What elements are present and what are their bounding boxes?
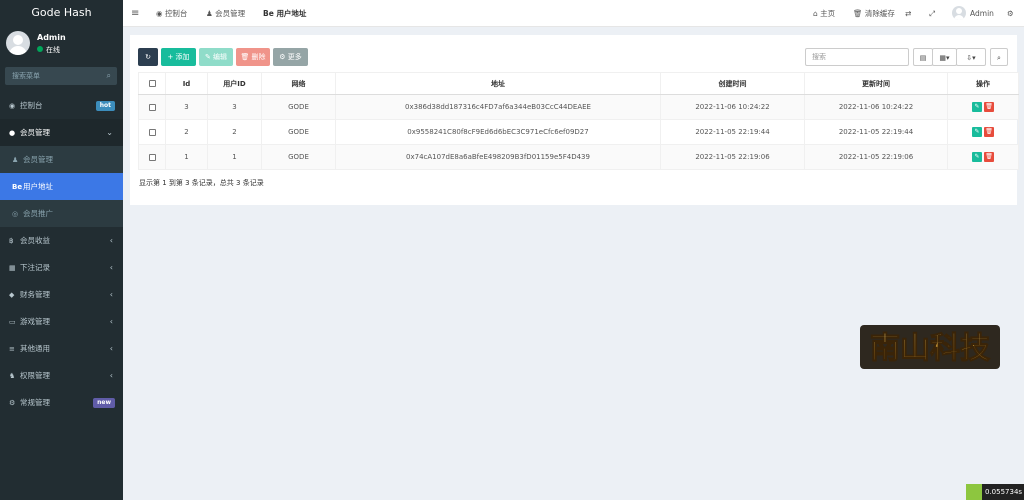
bitcoin-icon: ฿ — [9, 237, 14, 245]
edit-row-icon[interactable]: ✎ — [972, 127, 982, 137]
users-icon: ♞ — [9, 372, 16, 380]
more-button[interactable]: ⚙ 更多 — [273, 48, 308, 66]
list-icon: ≡ — [9, 345, 15, 353]
header-avatar[interactable] — [952, 6, 966, 20]
column-header[interactable]: 网络 — [261, 72, 336, 95]
user-icon: ● — [9, 129, 16, 137]
table-row[interactable]: 1 1 GODE 0x74cA107dE8a6aBfeE498209B3fD01… — [138, 144, 1019, 170]
online-dot-icon — [37, 46, 43, 52]
settings-gear-icon[interactable]: ⚙ — [1007, 0, 1014, 27]
table-header-row: Id 用户ID 网络 地址 创建时间 更新时间 操作 — [138, 72, 1019, 95]
tab-user-address[interactable]: Be 用户地址 — [263, 0, 306, 27]
chevron-left-icon: ‹ — [109, 236, 113, 245]
row-checkbox[interactable] — [138, 144, 166, 170]
user-icon: ♟ — [12, 156, 19, 164]
sidebar-item-member-list[interactable]: ♟ 会员管理 — [0, 146, 123, 173]
logo-icon — [966, 484, 982, 500]
sidebar-item-user-address[interactable]: Be用户地址 — [0, 173, 123, 200]
column-header[interactable]: 更新时间 — [804, 72, 948, 95]
menu-toggle-icon[interactable]: ≡ — [131, 0, 139, 27]
sidebar-menu: ◉ 控制台 hot ● 会员管理 ⌄ ♟ 会员管理 Be用户地址 ◎ 会员推广 ฿会员收… — [0, 92, 123, 416]
sidebar-item-finance[interactable]: ◆ 财务管理 ‹ — [0, 281, 123, 308]
calendar-icon: ▦ — [9, 264, 16, 272]
header-user-name[interactable]: Admin — [970, 0, 994, 27]
sidebar-item-member-promotion[interactable]: ◎ 会员推广 — [0, 200, 123, 227]
delete-row-icon[interactable]: 🗑 — [984, 127, 994, 137]
bitcoin-icon: Be — [263, 9, 274, 18]
address-table: Id 用户ID 网络 地址 创建时间 更新时间 操作 3 3 GODE 0x38… — [138, 72, 1019, 170]
export-icon[interactable]: ⇩▾ — [956, 48, 986, 66]
tab-dashboard[interactable]: ◉ 控制台 — [156, 0, 187, 27]
row-checkbox[interactable] — [138, 94, 166, 120]
column-header[interactable]: 创建时间 — [660, 72, 805, 95]
search-icon[interactable]: ⌕ — [107, 67, 111, 85]
select-all-checkbox[interactable] — [138, 72, 166, 95]
table-search-input[interactable]: 搜索 — [805, 48, 909, 66]
bitcoin-icon: Be — [12, 183, 23, 191]
home-link[interactable]: ⌂ 主页 — [813, 0, 835, 27]
chevron-left-icon: ‹ — [109, 290, 113, 299]
dashboard-icon: ◉ — [156, 9, 163, 18]
edit-button[interactable]: ✎ 编辑 — [199, 48, 233, 66]
search-icon[interactable]: ⌕ — [990, 48, 1008, 66]
refresh-button[interactable]: ↻ — [138, 48, 158, 66]
row-checkbox[interactable] — [138, 119, 166, 145]
home-icon: ⌂ — [813, 9, 818, 18]
column-header[interactable]: Id — [165, 72, 208, 95]
dashboard-icon: ◉ — [9, 102, 16, 110]
brand-logo[interactable]: Gode Hash — [0, 0, 123, 26]
page-timer: 0.055734s — [966, 484, 1024, 500]
columns-icon[interactable]: ▦▾ — [932, 48, 957, 66]
diamond-icon: ◆ — [9, 291, 15, 299]
user-status: 在线 — [37, 45, 60, 55]
delete-row-icon[interactable]: 🗑 — [984, 152, 994, 162]
sidebar-item-settings[interactable]: ⚙ 常规管理 new — [0, 389, 123, 416]
gamepad-icon: ▭ — [9, 318, 16, 326]
delete-row-icon[interactable]: 🗑 — [984, 102, 994, 112]
pagination-summary: 显示第 1 到第 3 条记录，总共 3 条记录 — [139, 179, 264, 187]
content-panel: ↻ + 添加 ✎ 编辑 🗑 删除 ⚙ 更多 搜索 ▤ ▦▾ ⇩▾ ⌕ Id 用户… — [130, 35, 1019, 205]
translate-icon[interactable]: ⇄ — [905, 0, 911, 27]
chevron-left-icon: ‹ — [109, 371, 113, 380]
avatar — [6, 31, 30, 55]
sidebar-item-member-earnings[interactable]: ฿会员收益 ‹ — [0, 227, 123, 254]
refresh-icon: ↻ — [145, 53, 151, 61]
chevron-down-icon: ⌄ — [106, 128, 113, 137]
add-button[interactable]: + 添加 — [161, 48, 196, 66]
column-header[interactable]: 用户ID — [207, 72, 262, 95]
new-badge: new — [93, 398, 115, 408]
svg-text:南山科技: 南山科技 — [870, 331, 990, 366]
sidebar-item-bet-records[interactable]: ▦ 下注记录 ‹ — [0, 254, 123, 281]
column-header[interactable]: 地址 — [335, 72, 661, 95]
sidebar-item-dashboard[interactable]: ◉ 控制台 hot — [0, 92, 123, 119]
sidebar: Gode Hash Admin 在线 搜索菜单 ⌕ ◉ 控制台 hot ● 会员管理… — [0, 0, 123, 500]
hot-badge: hot — [95, 101, 115, 111]
fullscreen-icon[interactable]: ⤢ — [929, 0, 935, 27]
cogs-icon: ⚙ — [9, 399, 16, 407]
tab-member-management[interactable]: ♟ 会员管理 — [206, 0, 245, 27]
table-row[interactable]: 3 3 GODE 0x386d38dd187316c4FD7af6a344eB0… — [138, 94, 1019, 120]
edit-row-icon[interactable]: ✎ — [972, 102, 982, 112]
toggle-view-icon[interactable]: ▤ — [913, 48, 933, 66]
user-icon: ♟ — [206, 9, 213, 18]
clear-cache-button[interactable]: 🗑 清除缓存 — [853, 0, 895, 27]
sidebar-item-games[interactable]: ▭ 游戏管理 ‹ — [0, 308, 123, 335]
sidebar-item-general[interactable]: ≡ 其他通用 ‹ — [0, 335, 123, 362]
user-panel: Admin 在线 — [0, 26, 123, 62]
menu-search-input[interactable]: 搜索菜单 ⌕ — [5, 67, 117, 85]
eye-icon: ◎ — [12, 210, 19, 218]
user-name: Admin — [37, 33, 66, 42]
trash-icon: 🗑 — [853, 9, 863, 18]
chevron-left-icon: ‹ — [109, 263, 113, 272]
sidebar-item-member-management[interactable]: ● 会员管理 ⌄ — [0, 119, 123, 146]
delete-button[interactable]: 🗑 删除 — [236, 48, 270, 66]
chevron-left-icon: ‹ — [109, 344, 113, 353]
watermark-logo: 南山科技 — [860, 325, 1000, 369]
column-header: 操作 — [947, 72, 1019, 95]
edit-row-icon[interactable]: ✎ — [972, 152, 982, 162]
top-header: ≡ ◉ 控制台 ♟ 会员管理 Be 用户地址 ⌂ 主页 🗑 清除缓存 ⇄ ⤢ A… — [123, 0, 1024, 27]
sidebar-item-permissions[interactable]: ♞ 权限管理 ‹ — [0, 362, 123, 389]
chevron-left-icon: ‹ — [109, 317, 113, 326]
table-row[interactable]: 2 2 GODE 0x9558241C80f8cF9Ed6d6bEC3C971e… — [138, 119, 1019, 145]
